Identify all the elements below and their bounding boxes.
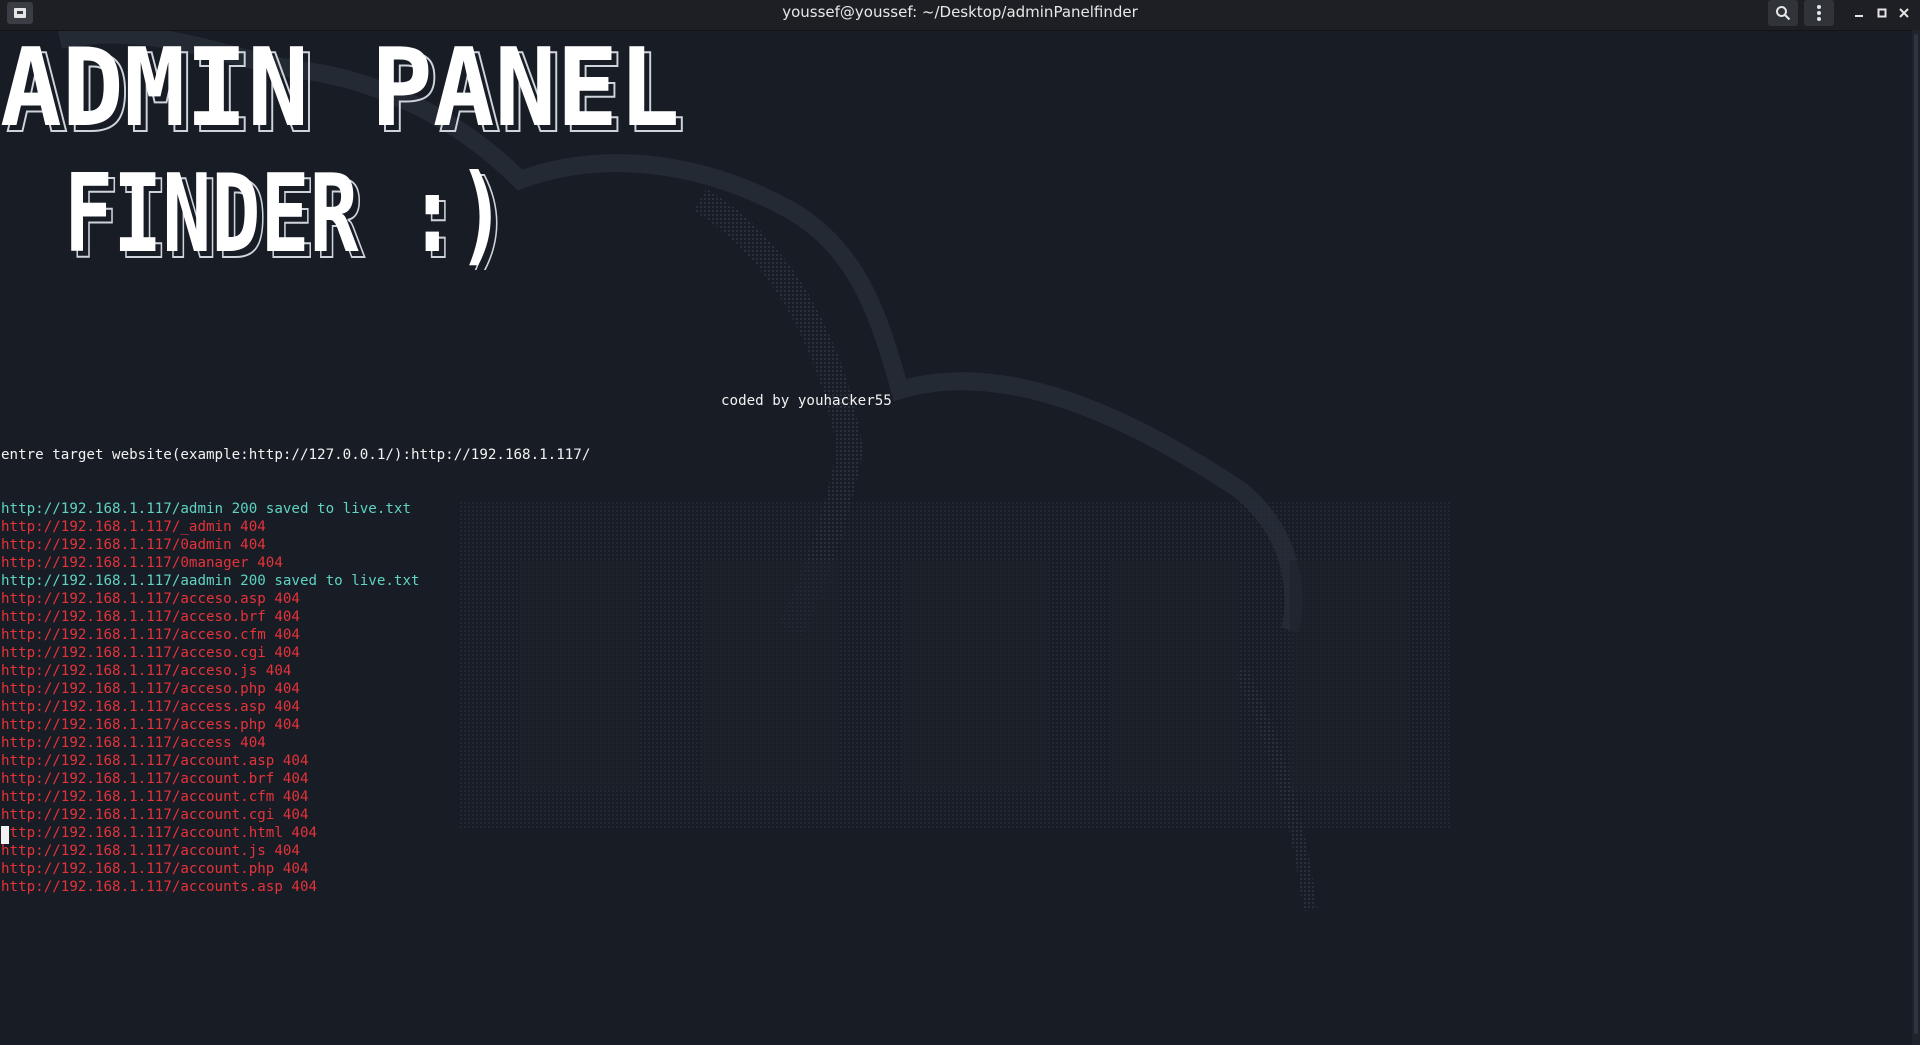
prompt-line: entre target website(example:http://127.… xyxy=(1,447,591,463)
credit-line: coded by youhacker55 xyxy=(721,393,892,409)
result-line: http://192.168.1.117/account.php 404 xyxy=(1,861,309,877)
result-line: http://192.168.1.117/aadmin 200 saved to… xyxy=(1,573,420,589)
maximize-button[interactable] xyxy=(1873,0,1891,26)
window-title: youssef@youssef: ~/Desktop/adminPanelfin… xyxy=(782,3,1138,21)
terminal-output[interactable]: entre target website(example:http://127.… xyxy=(1,392,590,932)
result-line: http://192.168.1.117/0manager 404 xyxy=(1,555,283,571)
result-line: http://192.168.1.117/account.brf 404 xyxy=(1,771,309,787)
close-button[interactable] xyxy=(1895,0,1913,26)
result-line: http://192.168.1.117/account.cfm 404 xyxy=(1,789,309,805)
banner-line2: FINDER :) xyxy=(64,152,506,270)
scrollbar-thumb[interactable] xyxy=(1914,34,1918,1034)
menu-button[interactable] xyxy=(1804,0,1834,26)
scrollbar[interactable] xyxy=(1912,30,1920,1045)
result-line: http://192.168.1.117/account.js 404 xyxy=(1,843,300,859)
result-line: http://192.168.1.117/access.php 404 xyxy=(1,717,300,733)
result-line: http://192.168.1.117/0admin 404 xyxy=(1,537,266,553)
result-line: http://192.168.1.117/acceso.cfm 404 xyxy=(1,627,300,643)
result-line: http://192.168.1.117/_admin 404 xyxy=(1,519,266,535)
banner-line1: ADMIN PANEL xyxy=(0,30,680,151)
kebab-menu-icon xyxy=(1817,5,1821,21)
result-line: http://192.168.1.117/admin 200 saved to … xyxy=(1,501,411,517)
result-line: http://192.168.1.117/acceso.asp 404 xyxy=(1,591,300,607)
minimize-button[interactable] xyxy=(1850,0,1868,26)
close-icon xyxy=(1899,8,1909,18)
search-icon xyxy=(1776,6,1791,21)
results-list: http://192.168.1.117/admin 200 saved to … xyxy=(1,500,590,896)
result-line: http://192.168.1.117/account.html 404 xyxy=(1,825,318,841)
result-line: http://192.168.1.117/acceso.cgi 404 xyxy=(1,645,300,661)
maximize-icon xyxy=(1877,8,1887,18)
result-line: http://192.168.1.117/account.cgi 404 xyxy=(1,807,309,823)
result-line: http://192.168.1.117/account.asp 404 xyxy=(1,753,309,769)
terminal-window: youssef@youssef: ~/Desktop/adminPanelfin… xyxy=(0,0,1920,1045)
result-line: http://192.168.1.117/acceso.js 404 xyxy=(1,663,292,679)
text-cursor xyxy=(1,826,9,844)
result-line: http://192.168.1.117/acceso.brf 404 xyxy=(1,609,300,625)
ascii-banner: ADMIN PANEL ADMIN PANEL FINDER :) FINDER… xyxy=(0,30,687,270)
result-line: http://192.168.1.117/acceso.php 404 xyxy=(1,681,300,697)
title-bar: youssef@youssef: ~/Desktop/adminPanelfin… xyxy=(0,0,1920,31)
result-line: http://192.168.1.117/accounts.asp 404 xyxy=(1,879,318,895)
result-line: http://192.168.1.117/access 404 xyxy=(1,735,266,751)
result-line: http://192.168.1.117/access.asp 404 xyxy=(1,699,300,715)
minimize-icon xyxy=(1855,15,1863,17)
search-button[interactable] xyxy=(1768,0,1798,26)
